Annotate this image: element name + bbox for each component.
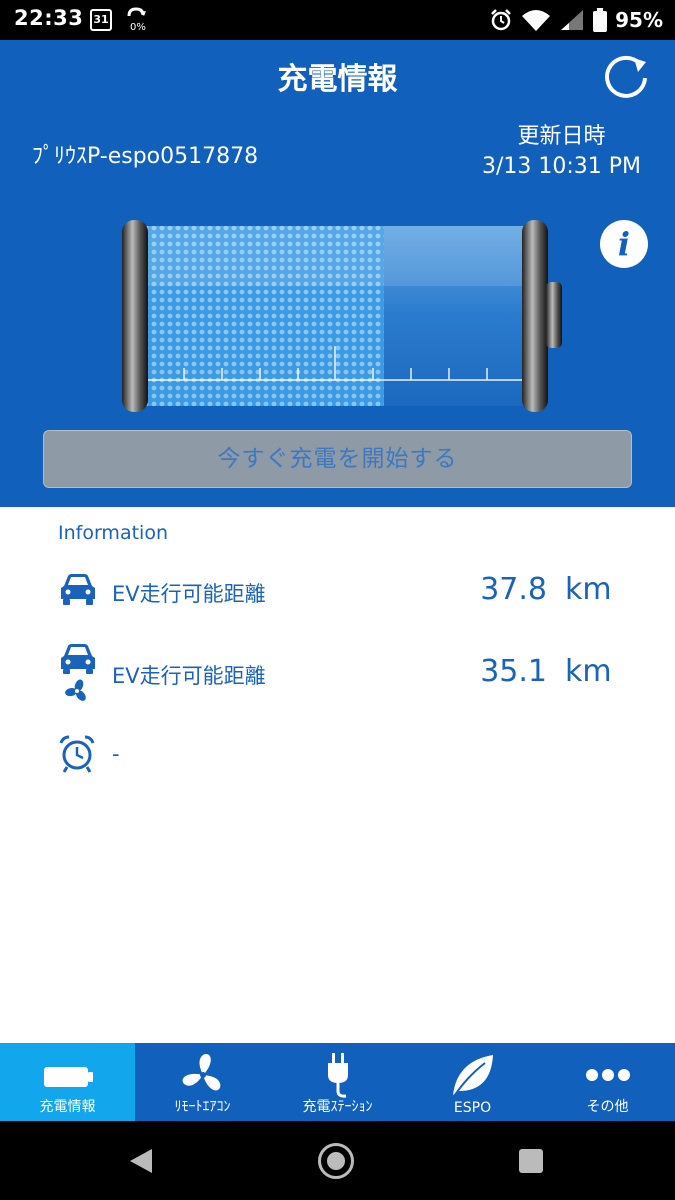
home-dot bbox=[327, 1152, 345, 1170]
tab-charging-station[interactable]: 充電ｽﾃｰｼｮﾝ bbox=[270, 1043, 405, 1121]
alarm-icon bbox=[491, 9, 512, 31]
fan-icon bbox=[182, 1053, 220, 1091]
battery-icon bbox=[43, 1067, 93, 1087]
battery-status-icon bbox=[593, 8, 608, 32]
status-icons: 95% bbox=[489, 5, 663, 35]
recent-apps-icon[interactable] bbox=[519, 1149, 543, 1173]
tab-charge-info-label: 充電情報 bbox=[39, 1099, 96, 1115]
wifi-icon bbox=[522, 10, 551, 31]
signal-icon bbox=[561, 10, 584, 30]
ev-range-ac-unit: km bbox=[565, 654, 612, 689]
page-title: 充電情報 bbox=[277, 62, 398, 97]
timer-row: - bbox=[0, 730, 675, 790]
ev-range-row: EV走行可能距離 37.8 km bbox=[0, 562, 675, 622]
back-icon[interactable] bbox=[128, 1147, 154, 1175]
ev-range-unit: km bbox=[565, 572, 612, 607]
ev-range-value: 37.8 bbox=[480, 572, 547, 607]
status-bar: 22:33 31 0% 95% bbox=[0, 0, 675, 40]
status-time: 22:33 bbox=[14, 6, 84, 30]
charge-info-header: 充電情報 ﾌﾟﾘｳｽP-espo0517878 更新日時 3/13 10:31 … bbox=[0, 40, 675, 507]
update-info: 更新日時 3/13 10:31 PM bbox=[482, 122, 641, 182]
leaf-icon bbox=[452, 1055, 493, 1096]
tab-remote-ac[interactable]: ﾘﾓｰﾄｴｱｺﾝ bbox=[135, 1043, 270, 1121]
plug-icon bbox=[327, 1053, 348, 1098]
data-saver-icon: 0% bbox=[127, 7, 146, 32]
information-heading: Information bbox=[58, 522, 168, 544]
vehicle-name: ﾌﾟﾘｳｽP-espo0517878 bbox=[32, 144, 259, 169]
battery-level-graphic bbox=[122, 220, 562, 412]
car-fan-icon bbox=[61, 644, 95, 701]
calendar-icon: 31 bbox=[90, 9, 112, 31]
battery-percent: 95% bbox=[615, 8, 663, 32]
ev-range-label: EV走行可能距離 bbox=[112, 582, 266, 606]
tab-remote-ac-label: ﾘﾓｰﾄｴｱｺﾝ bbox=[174, 1099, 231, 1115]
tab-charge-info[interactable]: 充電情報 bbox=[0, 1043, 135, 1121]
system-nav-bar bbox=[0, 1121, 675, 1200]
update-label: 更新日時 bbox=[517, 124, 606, 149]
tab-more-label: その他 bbox=[586, 1099, 629, 1115]
ev-range-ac-label: EV走行可能距離 bbox=[112, 664, 266, 688]
info-icon[interactable]: i bbox=[600, 220, 648, 268]
tab-more[interactable]: その他 bbox=[540, 1043, 675, 1121]
timer-value: - bbox=[112, 742, 120, 766]
ev-range-ac-row: EV走行可能距離 35.1 km bbox=[0, 640, 675, 701]
more-icon bbox=[585, 1069, 630, 1081]
tab-espo-label: ESPO bbox=[453, 1100, 492, 1116]
start-charging-button[interactable]: 今すぐ充電を開始する bbox=[43, 430, 632, 488]
car-icon bbox=[61, 574, 95, 605]
ev-range-ac-value: 35.1 bbox=[480, 654, 547, 689]
update-time: 3/13 10:31 PM bbox=[481, 154, 641, 179]
bottom-tab-bar: 充電情報 ﾘﾓｰﾄｴｱｺﾝ 充電ｽﾃｰｼｮﾝ ESPO その他 bbox=[0, 1043, 675, 1121]
home-icon[interactable] bbox=[318, 1143, 354, 1179]
refresh-icon[interactable] bbox=[600, 52, 654, 106]
svg-text:0%: 0% bbox=[130, 22, 146, 32]
tab-espo[interactable]: ESPO bbox=[405, 1043, 540, 1121]
tab-charging-station-label: 充電ｽﾃｰｼｮﾝ bbox=[302, 1099, 373, 1115]
alarm-clock-icon bbox=[59, 735, 95, 773]
